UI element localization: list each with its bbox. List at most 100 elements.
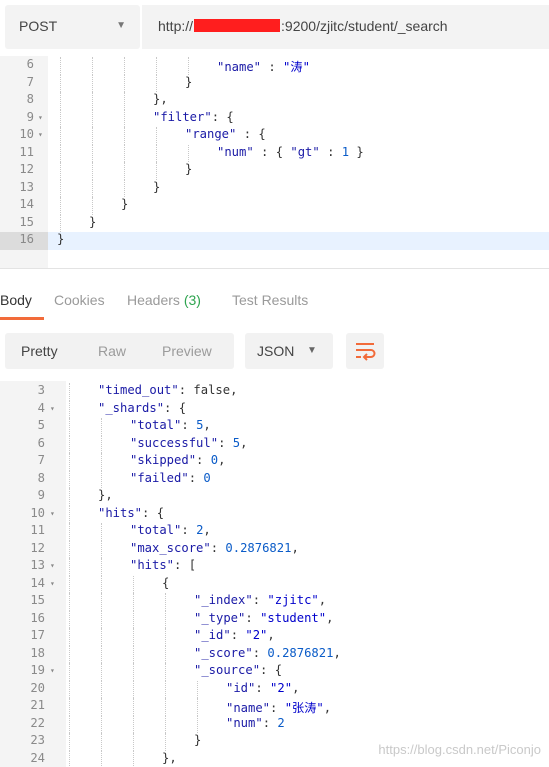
url-input[interactable]: http://:9200/zjitc/student/_search xyxy=(142,5,549,49)
indent-guide xyxy=(60,179,61,197)
indent-guide xyxy=(124,144,125,162)
fold-toggle-icon[interactable]: ▾ xyxy=(50,579,55,588)
code-token: false xyxy=(193,383,231,397)
pane-divider[interactable] xyxy=(0,268,549,269)
code-token: : xyxy=(262,715,278,730)
code-token: "gt" xyxy=(290,144,320,159)
pretty-button[interactable]: Pretty xyxy=(21,343,58,359)
code-token: "_score" xyxy=(194,645,253,660)
code-token: } xyxy=(121,197,129,211)
code-text: }, xyxy=(98,488,113,502)
code-token: , xyxy=(267,628,275,642)
preview-button[interactable]: Preview xyxy=(162,343,212,359)
code-token: : xyxy=(255,680,271,695)
line-number: 11 xyxy=(30,523,45,537)
line-number: 22 xyxy=(30,715,45,730)
indent-guide xyxy=(92,109,93,127)
code-text: "_id": "2", xyxy=(194,628,275,642)
line-number: 18 xyxy=(30,645,45,660)
code-line: 11 "num" : { "gt" : 1 } xyxy=(0,144,549,162)
line-number: 16 xyxy=(30,610,45,625)
line-number: 13 xyxy=(19,179,34,194)
code-token: } xyxy=(57,232,65,246)
code-token: : xyxy=(261,60,284,74)
method-select[interactable]: POST ▼ xyxy=(5,5,140,49)
code-token: : xyxy=(230,628,246,642)
response-view-toolbar: Pretty Raw Preview JSON ▼ xyxy=(0,333,549,369)
fold-toggle-icon[interactable]: ▾ xyxy=(50,509,55,518)
line-number: 20 xyxy=(30,680,45,695)
indent-guide xyxy=(101,523,102,541)
code-line: 4 ▾ "_shards": { xyxy=(0,400,549,418)
code-token: : xyxy=(319,144,342,159)
fold-toggle-icon[interactable]: ▾ xyxy=(38,113,43,122)
indent-guide xyxy=(133,750,134,767)
code-token: 0.2876821 xyxy=(267,645,334,660)
code-token: } xyxy=(349,144,364,159)
url-text: http://:9200/zjitc/student/_search xyxy=(158,18,448,34)
indent-guide xyxy=(101,698,102,716)
code-token: : xyxy=(252,645,268,660)
code-token: : { xyxy=(253,144,291,159)
indent-guide xyxy=(133,575,134,593)
code-token: "_source" xyxy=(194,663,261,677)
code-token: } xyxy=(185,162,193,176)
line-number: 10 xyxy=(19,127,34,141)
code-line: 14 ▾ { xyxy=(0,575,549,593)
code-token: , xyxy=(291,540,299,555)
code-token: { xyxy=(162,575,170,590)
tab-headers-label: Headers xyxy=(127,292,180,308)
indent-guide xyxy=(133,698,134,716)
code-token: "failed" xyxy=(130,470,189,485)
code-token: : xyxy=(181,523,197,537)
indent-guide xyxy=(69,505,70,523)
wrap-lines-button[interactable] xyxy=(346,333,384,369)
code-text: "skipped": 0, xyxy=(130,453,225,467)
tab-test-results[interactable]: Test Results xyxy=(232,292,308,308)
indent-guide xyxy=(69,383,70,401)
indent-guide xyxy=(69,435,70,453)
indent-guide xyxy=(197,698,198,716)
code-token: "num" xyxy=(226,715,263,730)
code-token: "2" xyxy=(270,680,293,695)
indent-guide xyxy=(60,162,61,180)
raw-button[interactable]: Raw xyxy=(98,343,126,359)
indent-guide xyxy=(133,610,134,628)
code-text: "total": 5, xyxy=(130,418,211,432)
indent-guide xyxy=(60,57,61,75)
indent-guide xyxy=(69,680,70,698)
code-token: "filter" xyxy=(153,109,212,124)
fold-toggle-icon[interactable]: ▾ xyxy=(50,666,55,675)
indent-guide xyxy=(101,680,102,698)
indent-guide xyxy=(69,488,70,506)
code-token: , xyxy=(203,418,211,432)
indent-guide xyxy=(92,92,93,110)
code-text: "name" : "涛" xyxy=(217,57,310,75)
code-text: "_score": 0.2876821, xyxy=(194,646,341,660)
tab-headers[interactable]: Headers (3) xyxy=(127,292,201,308)
code-token: "id" xyxy=(226,680,256,695)
request-body-editor[interactable]: 6 "name" : "涛" 7} 8}, 9 ▾ "filter": {10 ▾ "range… xyxy=(0,56,549,268)
response-body-viewer[interactable]: 3 "timed_out": false, 4 ▾ "_shards": {5 "tota… xyxy=(0,381,549,767)
tab-cookies[interactable]: Cookies xyxy=(54,292,105,308)
code-line: 13} xyxy=(0,179,549,197)
indent-guide xyxy=(101,733,102,751)
code-line: 16 "_type": "student", xyxy=(0,610,549,628)
code-token: : xyxy=(178,383,194,397)
line-number: 9 xyxy=(26,109,34,124)
indent-guide xyxy=(92,57,93,75)
indent-guide xyxy=(69,453,70,471)
indent-guide xyxy=(69,418,70,436)
request-bar: POST ▼ http://:9200/zjitc/student/_searc… xyxy=(0,0,549,56)
code-text: "hits": { xyxy=(98,506,164,520)
code-text: "max_score": 0.2876821, xyxy=(130,541,299,555)
code-token: 0.2876821 xyxy=(225,540,292,555)
tab-body[interactable]: Body xyxy=(0,292,32,308)
headers-count-badge: (3) xyxy=(183,292,201,308)
format-select[interactable]: JSON ▼ xyxy=(245,333,333,369)
fold-toggle-icon[interactable]: ▾ xyxy=(50,561,55,570)
code-token: "hits" xyxy=(130,558,175,572)
code-token: "student" xyxy=(260,610,327,625)
fold-toggle-icon[interactable]: ▾ xyxy=(38,130,43,139)
fold-toggle-icon[interactable]: ▾ xyxy=(50,404,55,413)
